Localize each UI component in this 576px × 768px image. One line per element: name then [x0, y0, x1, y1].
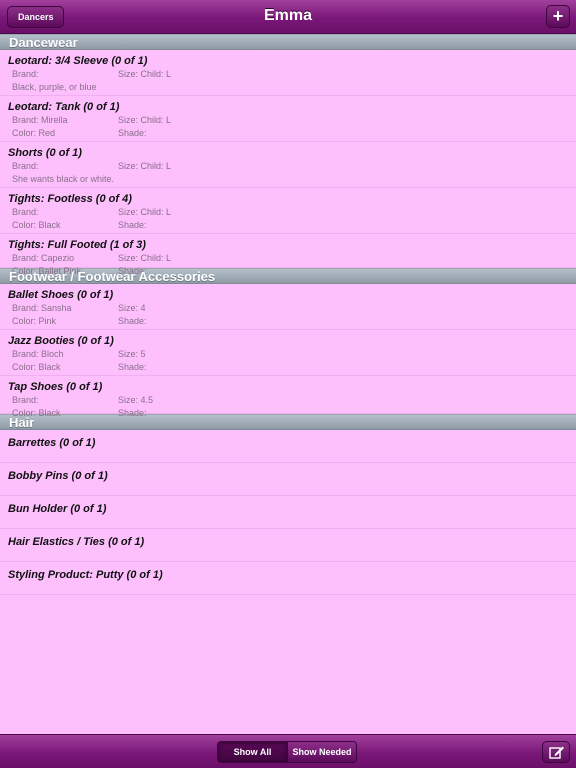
item-shade: Shade:: [118, 128, 147, 138]
item-brand: Brand:: [12, 69, 39, 79]
item-brand: Brand:: [12, 207, 39, 217]
item-title: Leotard: Tank (0 of 1): [8, 101, 120, 113]
item-title: Bun Holder (0 of 1): [8, 503, 107, 515]
item-brand: Brand: Bloch: [12, 349, 64, 359]
list-item[interactable]: Barrettes (0 of 1): [0, 430, 576, 463]
item-title: Shorts (0 of 1): [8, 147, 82, 159]
item-size: Size: Child: L: [118, 253, 172, 263]
item-color: Color: Red: [12, 128, 56, 138]
page-title: Emma: [263, 7, 313, 24]
item-size: Size: Child: L: [118, 161, 172, 171]
compose-button[interactable]: [542, 741, 570, 763]
item-size: Size: 4: [118, 303, 146, 313]
item-size: Size: Child: L: [118, 207, 172, 217]
item-title: Styling Product: Putty (0 of 1): [8, 569, 163, 581]
item-shade: Shade:: [118, 408, 147, 418]
list-item[interactable]: Leotard: Tank (0 of 1) Brand: Mirella Siz…: [0, 96, 576, 142]
section-header-dancewear: Dancewear: [0, 34, 576, 50]
item-title: Tights: Full Footed (1 of 3): [8, 239, 146, 251]
list-item[interactable]: Bun Holder (0 of 1): [0, 496, 576, 529]
list-item[interactable]: Bobby Pins (0 of 1): [0, 463, 576, 496]
item-size: Size: Child: L: [118, 115, 172, 125]
list-item[interactable]: Ballet Shoes (0 of 1) Brand: Sansha Size:…: [0, 284, 576, 330]
item-color: Color: Pink: [12, 316, 57, 326]
list-item[interactable]: Styling Product: Putty (0 of 1): [0, 562, 576, 595]
item-title: Hair Elastics / Ties (0 of 1): [8, 536, 145, 548]
item-list[interactable]: Dancewear Leotard: 3/4 Sleeve (0 of 1) B…: [0, 34, 576, 734]
item-brand: Brand:: [12, 395, 39, 405]
item-brand: Brand: Mirella: [12, 115, 68, 125]
item-title: Ballet Shoes (0 of 1): [8, 289, 114, 301]
item-shade: Shade:: [118, 316, 147, 326]
section-header-footwear: Footwear / Footwear Accessories: [0, 268, 576, 284]
item-shade: Shade:: [118, 362, 147, 372]
navigation-bar: Dancers Emma +: [0, 0, 576, 34]
list-item[interactable]: Hair Elastics / Ties (0 of 1): [0, 529, 576, 562]
item-title: Tap Shoes (0 of 1): [8, 381, 103, 393]
item-brand: Brand: Capezio: [12, 253, 75, 263]
item-title: Barrettes (0 of 1): [8, 437, 96, 449]
add-item-button[interactable]: +: [546, 5, 570, 28]
list-item[interactable]: Shorts (0 of 1) Brand: Size: Child: L She…: [0, 142, 576, 188]
item-title: Tights: Footless (0 of 4): [8, 193, 132, 205]
item-color: Color: Black: [12, 220, 61, 230]
show-all-button[interactable]: Show All: [218, 742, 287, 762]
item-title: Leotard: 3/4 Sleeve (0 of 1): [8, 55, 148, 67]
item-note: She wants black or white.: [12, 174, 115, 184]
item-title: Bobby Pins (0 of 1): [8, 470, 108, 482]
item-size: Size: Child: L: [118, 69, 172, 79]
show-needed-button[interactable]: Show Needed: [287, 742, 356, 762]
item-color: Color: Black: [12, 362, 61, 372]
list-item[interactable]: Tights: Full Footed (1 of 3) Brand: Cape…: [0, 234, 576, 276]
list-item[interactable]: Tights: Footless (0 of 4) Brand: Size: Ch…: [0, 188, 576, 234]
list-item[interactable]: Leotard: 3/4 Sleeve (0 of 1) Brand: Size:…: [0, 50, 576, 96]
filter-segmented-control: Show All Show Needed: [217, 741, 357, 763]
bottom-toolbar: Show All Show Needed: [0, 734, 576, 768]
list-item[interactable]: Jazz Booties (0 of 1) Brand: Bloch Size: …: [0, 330, 576, 376]
item-shade: Shade:: [118, 220, 147, 230]
item-brand: Brand: Sansha: [12, 303, 72, 313]
list-item[interactable]: Tap Shoes (0 of 1) Brand: Size: 4.5 Color…: [0, 376, 576, 418]
item-title: Jazz Booties (0 of 1): [8, 335, 114, 347]
item-note: Black, purple, or blue: [12, 82, 97, 92]
item-size: Size: 5: [118, 349, 146, 359]
compose-icon: [549, 746, 564, 759]
item-size: Size: 4.5: [118, 395, 154, 405]
item-brand: Brand:: [12, 161, 39, 171]
